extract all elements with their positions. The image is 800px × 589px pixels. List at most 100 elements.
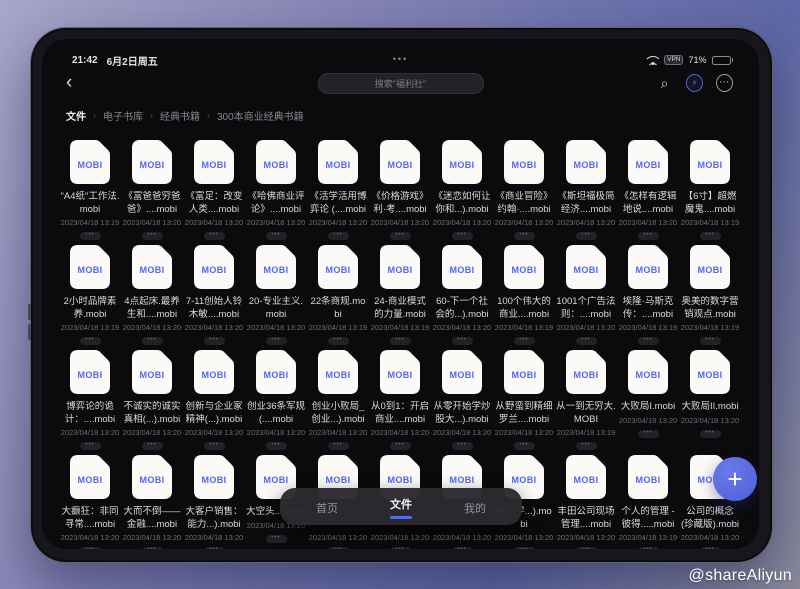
file-item[interactable]: MOBI 从0到1：开启商业....mobi 2023/04/18 13:20 … xyxy=(369,349,431,454)
file-item[interactable]: MOBI 大癫狂：非同寻常....mobi 2023/04/18 13:20 •… xyxy=(59,454,121,549)
file-item[interactable]: MOBI 埃隆·马斯克传：....mobi 2023/04/18 13:19 •… xyxy=(617,244,679,349)
file-item[interactable]: MOBI 《哈佛商业评论》....mobi 2023/04/18 13:20 •… xyxy=(245,139,307,244)
file-item[interactable]: MOBI 《富爸爸穷爸爸》....mobi 2023/04/18 13:20 •… xyxy=(121,139,183,244)
file-item[interactable]: MOBI 100个伟大的商业....mobi 2023/04/18 13:19 … xyxy=(493,244,555,349)
file-item[interactable]: MOBI 1001个广告法则：....mobi 2023/04/18 13:20… xyxy=(555,244,617,349)
file-more-icon[interactable]: ••• xyxy=(328,547,349,549)
file-more-icon[interactable]: ••• xyxy=(452,232,473,240)
file-item[interactable]: MOBI 大而不倒——金融....mobi 2023/04/18 13:20 •… xyxy=(121,454,183,549)
search-icon[interactable]: ⌕ xyxy=(656,75,673,92)
file-more-icon[interactable]: ••• xyxy=(204,232,225,240)
file-more-icon[interactable]: ••• xyxy=(638,547,659,549)
file-item[interactable]: MOBI 创业小败局_创业...).mobi 2023/04/18 13:20 … xyxy=(307,349,369,454)
file-item[interactable]: MOBI 不诚实的诚实真相(...).mobi 2023/04/18 13:20… xyxy=(121,349,183,454)
file-more-icon[interactable]: ••• xyxy=(80,337,101,345)
file-item[interactable]: MOBI 《斯坦福极简经济....mobi 2023/04/18 13:20 •… xyxy=(555,139,617,244)
file-item[interactable]: MOBI 《商业冒险》约翰·....mobi 2023/04/18 13:20 … xyxy=(493,139,555,244)
file-item[interactable]: MOBI 22条商规.mobi 2023/04/18 13:19 ••• xyxy=(307,244,369,349)
file-more-icon[interactable]: ••• xyxy=(452,442,473,450)
file-more-icon[interactable]: ••• xyxy=(266,535,287,543)
file-icon-label: MOBI xyxy=(387,475,412,485)
file-item[interactable]: MOBI 《价格游戏》利·考....mobi 2023/04/18 13:20 … xyxy=(369,139,431,244)
file-name: 22条商规.mobi xyxy=(307,296,369,321)
file-more-icon[interactable]: ••• xyxy=(514,442,535,450)
file-more-icon[interactable]: ••• xyxy=(638,232,659,240)
file-more-icon[interactable]: ••• xyxy=(638,430,659,438)
file-item[interactable]: MOBI 大败局I.mobi 2023/04/18 13:20 ••• xyxy=(617,349,679,454)
file-item[interactable]: MOBI 丰田公司现场管理....mobi 2023/04/18 13:20 •… xyxy=(555,454,617,549)
file-item[interactable]: MOBI 从一到无穷大.MOBI 2023/04/18 13:19 ••• xyxy=(555,349,617,454)
file-more-icon[interactable]: ••• xyxy=(142,337,163,345)
file-item[interactable]: MOBI 《富足：改变人类....mobi 2023/04/18 13:20 •… xyxy=(183,139,245,244)
file-item[interactable]: MOBI 创业36条军规 (....mobi 2023/04/18 13:20 … xyxy=(245,349,307,454)
file-more-icon[interactable]: ••• xyxy=(390,442,411,450)
file-more-icon[interactable]: ••• xyxy=(142,442,163,450)
file-more-icon[interactable]: ••• xyxy=(80,442,101,450)
file-more-icon[interactable]: ••• xyxy=(266,442,287,450)
file-more-icon[interactable]: ••• xyxy=(452,337,473,345)
file-item[interactable]: MOBI 奥美的数字营销观点.mobi 2023/04/18 13:19 ••• xyxy=(679,244,741,349)
file-more-icon[interactable]: ••• xyxy=(390,337,411,345)
file-more-icon[interactable]: ••• xyxy=(204,442,225,450)
file-more-icon[interactable]: ••• xyxy=(700,232,721,240)
file-item[interactable]: MOBI 【6寸】超燃魔鬼....mobi 2023/04/18 13:19 •… xyxy=(679,139,741,244)
file-more-icon[interactable]: ••• xyxy=(328,442,349,450)
file-item[interactable]: MOBI 4点起床.最养生和....mobi 2023/04/18 13:20 … xyxy=(121,244,183,349)
file-more-icon[interactable]: ••• xyxy=(328,232,349,240)
breadcrumb-item[interactable]: 300本商业经典书籍 xyxy=(217,108,304,123)
file-item[interactable]: MOBI 从野蛮到精细罗兰....mobi 2023/04/18 13:20 •… xyxy=(493,349,555,454)
file-item[interactable]: MOBI 24-商业模式的力量.mobi 2023/04/18 13:19 ••… xyxy=(369,244,431,349)
mobi-file-icon: MOBI xyxy=(441,349,483,396)
tab-item[interactable]: 首页 xyxy=(316,498,338,516)
file-item[interactable]: MOBI 《怎样有逻辑地说....mobi 2023/04/18 13:20 •… xyxy=(617,139,679,244)
breadcrumb-item[interactable]: 经典书籍 xyxy=(160,108,200,123)
file-more-icon[interactable]: ••• xyxy=(80,232,101,240)
file-item[interactable]: MOBI 60-下一个社会的...).mobi 2023/04/18 13:20… xyxy=(431,244,493,349)
file-more-icon[interactable]: ••• xyxy=(390,547,411,549)
file-more-icon[interactable]: ••• xyxy=(266,337,287,345)
breadcrumb-item[interactable]: 电子书库 xyxy=(103,108,143,123)
file-item[interactable]: MOBI 《活学活用博弈论 (....mobi 2023/04/18 13:20… xyxy=(307,139,369,244)
file-more-icon[interactable]: ••• xyxy=(638,337,659,345)
file-item[interactable]: MOBI "A4纸"工作法.mobi 2023/04/18 13:19 ••• xyxy=(59,139,121,244)
file-more-icon[interactable]: ••• xyxy=(204,547,225,549)
file-item[interactable]: MOBI 从零开始学炒股大...).mobi 2023/04/18 13:20 … xyxy=(431,349,493,454)
file-item[interactable]: MOBI 博弈论的诡计：....mobi 2023/04/18 13:20 ••… xyxy=(59,349,121,454)
file-more-icon[interactable]: ••• xyxy=(576,232,597,240)
file-item[interactable]: MOBI 20-专业主义.mobi 2023/04/18 13:20 ••• xyxy=(245,244,307,349)
tab-item[interactable]: 文件 xyxy=(390,494,412,519)
file-more-icon[interactable]: ••• xyxy=(452,547,473,549)
file-item[interactable]: MOBI 大客户销售：能力...).mobi 2023/04/18 13:20 … xyxy=(183,454,245,549)
file-name: 从0到1：开启商业....mobi xyxy=(369,401,431,426)
file-more-icon[interactable]: ••• xyxy=(700,430,721,438)
file-more-icon[interactable]: ••• xyxy=(576,337,597,345)
file-more-icon[interactable]: ••• xyxy=(700,547,721,549)
file-name: 《迷恋如何让你和...).mobi xyxy=(431,191,493,216)
file-item[interactable]: MOBI 个人的管理 - 彼得.....mobi 2023/04/18 13:1… xyxy=(617,454,679,549)
file-item[interactable]: MOBI 7-11创始人铃木敏....mobi 2023/04/18 13:20… xyxy=(183,244,245,349)
file-item[interactable]: MOBI 《迷恋如何让你和...).mobi 2023/04/18 13:20 … xyxy=(431,139,493,244)
file-more-icon[interactable]: ••• xyxy=(576,547,597,549)
file-more-icon[interactable]: ••• xyxy=(514,547,535,549)
file-more-icon[interactable]: ••• xyxy=(700,337,721,345)
file-item[interactable]: MOBI 大败局II.mobi 2023/04/18 13:20 ••• xyxy=(679,349,741,454)
tab-item[interactable]: 我的 xyxy=(464,498,486,516)
file-more-icon[interactable]: ••• xyxy=(266,232,287,240)
breadcrumb-item[interactable]: 文件 xyxy=(66,108,86,123)
file-more-icon[interactable]: ••• xyxy=(142,547,163,549)
search-input[interactable]: 搜索"福利社" xyxy=(318,73,484,94)
more-options-icon[interactable]: ⋯ xyxy=(716,74,733,92)
file-item[interactable]: MOBI 2小时品牌素养.mobi 2023/04/18 13:19 ••• xyxy=(59,244,121,349)
file-more-icon[interactable]: ••• xyxy=(328,337,349,345)
speed-boost-icon[interactable]: ⚡ xyxy=(686,74,703,92)
file-item[interactable]: MOBI 创新与企业家精神(...).mobi 2023/04/18 13:20… xyxy=(183,349,245,454)
file-more-icon[interactable]: ••• xyxy=(142,232,163,240)
add-file-fab[interactable]: + xyxy=(713,457,757,501)
file-more-icon[interactable]: ••• xyxy=(576,442,597,450)
file-more-icon[interactable]: ••• xyxy=(390,232,411,240)
file-more-icon[interactable]: ••• xyxy=(204,337,225,345)
file-more-icon[interactable]: ••• xyxy=(514,337,535,345)
file-more-icon[interactable]: ••• xyxy=(514,232,535,240)
back-button[interactable]: ‹ xyxy=(66,73,86,93)
file-more-icon[interactable]: ••• xyxy=(80,547,101,549)
